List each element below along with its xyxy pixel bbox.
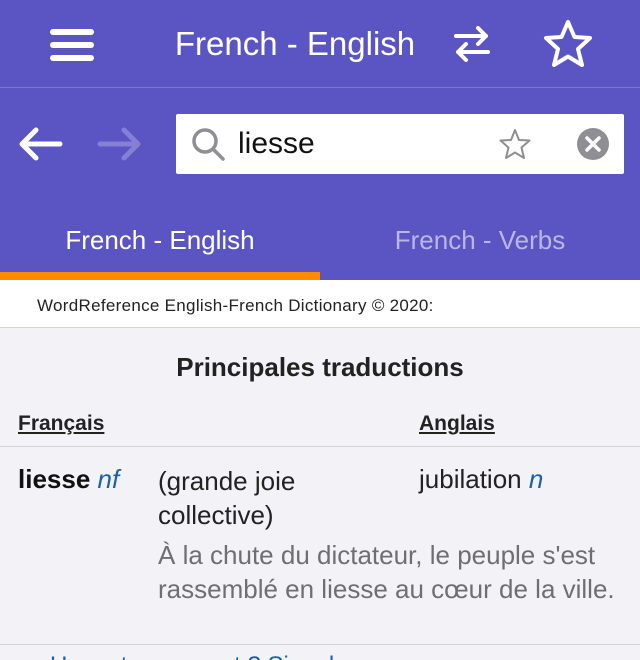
back-arrow-icon[interactable]	[14, 118, 66, 170]
tab-french-english[interactable]: French - English	[0, 200, 320, 280]
copyright-text: WordReference English-French Dictionary …	[37, 296, 434, 315]
hamburger-menu-icon[interactable]	[50, 25, 94, 65]
search-input[interactable]	[238, 122, 478, 166]
headword: liesse	[18, 464, 91, 494]
swap-languages-icon[interactable]	[450, 22, 494, 66]
star-outline-icon[interactable]	[498, 127, 532, 161]
dictionary-content: WordReference English-French Dictionary …	[0, 280, 640, 660]
divider	[0, 446, 640, 447]
search-box	[176, 114, 624, 174]
search-icon	[192, 128, 225, 161]
search-bar	[0, 88, 640, 200]
favorite-star-icon[interactable]	[542, 18, 594, 70]
app-header: French - English	[0, 0, 640, 88]
entry-headword[interactable]: liesse nf	[18, 464, 119, 495]
divider	[0, 644, 640, 645]
translation-part-of-speech: n	[528, 464, 544, 494]
forward-arrow-icon	[97, 127, 141, 161]
copyright-bar: WordReference English-French Dictionary …	[0, 280, 640, 328]
translation-word: jubilation	[419, 464, 522, 494]
column-header-english: Anglais	[419, 412, 495, 435]
active-tab-indicator	[0, 272, 320, 280]
entry-sense: (grande joie collective)	[158, 466, 296, 530]
clear-search-icon[interactable]	[576, 127, 610, 161]
example-sentence: À la chute du dictateur, le peuple s'est…	[158, 540, 615, 604]
tab-french-verbs[interactable]: French - Verbs	[320, 200, 640, 280]
column-header-french: Français	[18, 412, 105, 435]
dictionary-tabs: French - English French - Verbs	[0, 200, 640, 280]
header-title: French - English	[174, 25, 416, 62]
section-title: Principales traductions	[176, 352, 464, 382]
entry-translation[interactable]: jubilation n	[419, 464, 543, 495]
part-of-speech: nf	[97, 464, 120, 494]
report-error-link[interactable]: Un mot manquant ? Signalez une erreur ..…	[50, 652, 610, 660]
